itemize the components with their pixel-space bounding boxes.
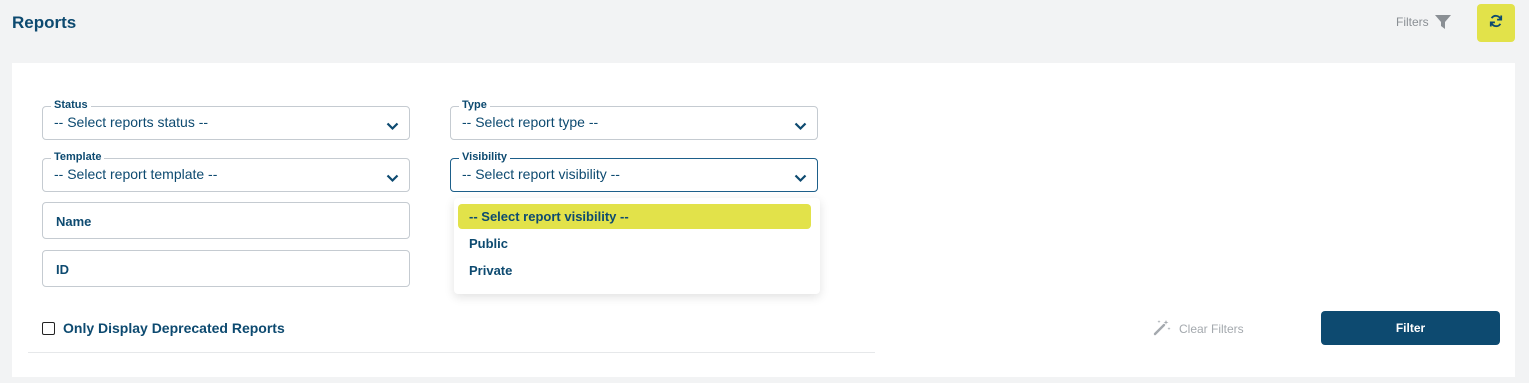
deprecated-checkbox-label: Only Display Deprecated Reports [63,320,285,336]
visibility-option[interactable]: Public [458,231,811,256]
visibility-option[interactable]: -- Select report visibility -- [458,204,811,229]
deprecated-checkbox-row[interactable]: Only Display Deprecated Reports [42,320,285,336]
template-value: -- Select report template -- [54,166,218,182]
filters-toggle[interactable]: Filters [1396,15,1451,29]
divider [28,352,875,353]
type-select[interactable]: Type -- Select report type -- [450,98,818,140]
status-select[interactable]: Status -- Select reports status -- [42,98,410,140]
funnel-icon [1434,15,1451,29]
visibility-option[interactable]: Private [458,258,811,283]
filters-label: Filters [1396,15,1429,29]
refresh-icon [1489,14,1503,33]
chevron-down-icon [794,170,807,188]
name-placeholder: Name [56,214,92,229]
type-label: Type [459,98,490,112]
id-placeholder: ID [56,262,69,277]
chevron-down-icon [386,118,399,136]
name-input[interactable]: Name [42,202,410,239]
deprecated-checkbox[interactable] [42,321,55,335]
filter-button[interactable]: Filter [1321,311,1500,345]
visibility-value: -- Select report visibility -- [462,166,620,182]
template-label: Template [51,150,105,164]
clear-filters-button[interactable]: Clear Filters [1153,319,1244,339]
refresh-button[interactable] [1477,4,1515,42]
visibility-dropdown-menu: -- Select report visibility -- Public Pr… [454,198,820,294]
status-label: Status [51,98,91,112]
magic-wand-icon [1153,319,1171,339]
clear-filters-label: Clear Filters [1179,322,1244,336]
visibility-select[interactable]: Visibility -- Select report visibility -… [450,150,818,192]
page-title: Reports [12,13,77,32]
id-input[interactable]: ID [42,250,410,287]
visibility-label: Visibility [459,150,511,164]
template-select[interactable]: Template -- Select report template -- [42,150,410,192]
status-value: -- Select reports status -- [54,114,209,130]
type-value: -- Select report type -- [462,114,599,130]
chevron-down-icon [794,118,807,136]
chevron-down-icon [386,170,399,188]
filters-panel: Status -- Select reports status -- Type … [12,63,1515,377]
